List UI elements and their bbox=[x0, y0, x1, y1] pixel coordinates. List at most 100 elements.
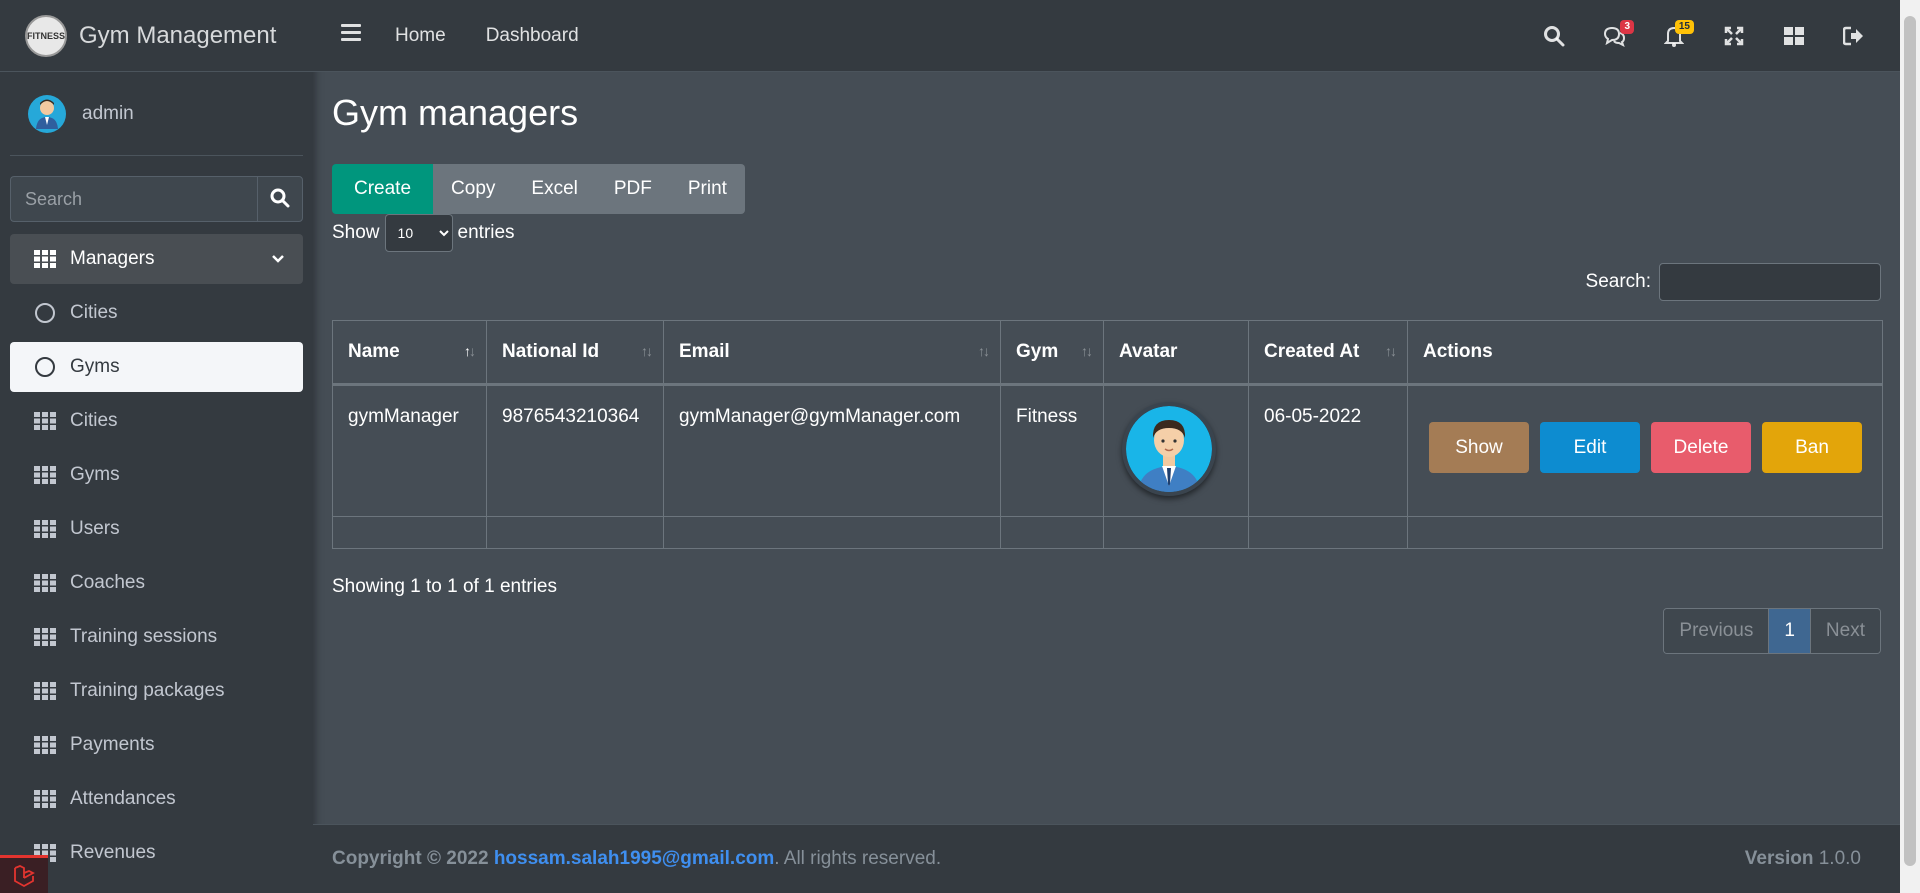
sidebar: FITNESS Gym Management admin Managers Ci… bbox=[0, 0, 313, 893]
logout-icon[interactable] bbox=[1824, 16, 1884, 56]
sidebar-item-label: Cities bbox=[70, 410, 118, 431]
header-label: Gym bbox=[1016, 341, 1059, 362]
entries-select[interactable]: 10 bbox=[384, 214, 453, 252]
previous-button[interactable]: Previous bbox=[1664, 609, 1769, 653]
sidebar-item-label: Cities bbox=[70, 302, 118, 323]
sidebar-item-revenues[interactable]: Revenues bbox=[10, 828, 303, 878]
sidebar-item-cities-sub[interactable]: Cities bbox=[10, 288, 303, 338]
header-label: Created At bbox=[1264, 341, 1360, 362]
column-header-actions: Actions bbox=[1407, 320, 1883, 386]
sidebar-item-gyms[interactable]: Gyms bbox=[10, 450, 303, 500]
sidebar-item-label: Gyms bbox=[70, 464, 120, 485]
sidebar-item-label: Managers bbox=[70, 248, 155, 269]
grid-icon bbox=[34, 626, 56, 648]
sidebar-item-training-packages[interactable]: Training packages bbox=[10, 666, 303, 716]
nav-link-dashboard[interactable]: Dashboard bbox=[486, 25, 579, 47]
table-search-input[interactable] bbox=[1659, 263, 1881, 301]
show-button[interactable]: Show bbox=[1429, 422, 1529, 473]
copy-button[interactable]: Copy bbox=[433, 164, 514, 214]
sidebar-item-label: Revenues bbox=[70, 842, 156, 863]
grid-icon bbox=[34, 788, 56, 810]
sidebar-item-managers[interactable]: Managers bbox=[10, 234, 303, 284]
avatar bbox=[28, 94, 66, 133]
bell-icon[interactable]: 15 bbox=[1644, 16, 1704, 56]
sidebar-item-cities[interactable]: Cities bbox=[10, 396, 303, 446]
grid-icon bbox=[34, 518, 56, 540]
sidebar-search bbox=[10, 176, 303, 222]
search-icon[interactable] bbox=[1524, 16, 1584, 56]
footer: Copyright © 2022 hossam.salah1995@gmail.… bbox=[313, 824, 1900, 893]
scrollbar-thumb[interactable] bbox=[1904, 16, 1916, 866]
ban-button[interactable]: Ban bbox=[1762, 422, 1862, 473]
header-label: Actions bbox=[1423, 341, 1493, 362]
rights-text: . All rights reserved. bbox=[774, 848, 942, 869]
header-label: Email bbox=[679, 341, 730, 362]
brand-title: Gym Management bbox=[79, 21, 277, 49]
sidebar-item-label: Attendances bbox=[70, 788, 176, 809]
chevron-down-icon bbox=[271, 250, 285, 272]
column-header-email[interactable]: Email ↑↓ bbox=[663, 320, 1001, 386]
column-header-created-at[interactable]: Created At ↑↓ bbox=[1248, 320, 1408, 386]
sort-icon: ↑↓ bbox=[1081, 343, 1093, 359]
empty-cell bbox=[332, 516, 487, 549]
column-header-name[interactable]: Name ↑↓ bbox=[332, 320, 487, 386]
column-header-avatar: Avatar bbox=[1103, 320, 1249, 386]
excel-button[interactable]: Excel bbox=[513, 164, 596, 214]
table-footer-row bbox=[332, 516, 1883, 549]
table-buttons: Create Copy Excel PDF Print bbox=[332, 164, 745, 214]
grid-icon bbox=[34, 410, 56, 432]
edit-button[interactable]: Edit bbox=[1540, 422, 1640, 473]
version-label: Version bbox=[1744, 848, 1814, 869]
print-button[interactable]: Print bbox=[669, 164, 745, 214]
pdf-button[interactable]: PDF bbox=[595, 164, 670, 214]
sort-icon: ↑↓ bbox=[978, 343, 990, 359]
comments-icon[interactable]: 3 bbox=[1584, 16, 1644, 56]
brand-logo: FITNESS bbox=[25, 14, 67, 57]
cell-created-at: 06-05-2022 bbox=[1248, 384, 1408, 517]
menu-toggle-icon[interactable] bbox=[341, 24, 365, 47]
control-sidebar-icon[interactable] bbox=[1764, 16, 1824, 56]
empty-cell bbox=[486, 516, 664, 549]
create-button[interactable]: Create bbox=[332, 164, 434, 214]
user-panel[interactable]: admin bbox=[10, 72, 303, 156]
laravel-debugbar-icon[interactable] bbox=[0, 855, 48, 893]
column-header-national-id[interactable]: National Id ↑↓ bbox=[486, 320, 664, 386]
circle-icon bbox=[34, 356, 56, 378]
nav-link-home[interactable]: Home bbox=[395, 25, 446, 47]
empty-cell bbox=[663, 516, 1001, 549]
page-1-button[interactable]: 1 bbox=[1768, 609, 1811, 653]
sidebar-item-label: Gyms bbox=[70, 356, 120, 377]
grid-icon bbox=[34, 464, 56, 486]
sidebar-search-input[interactable] bbox=[10, 176, 257, 222]
user-name[interactable]: admin bbox=[82, 103, 134, 125]
column-header-gym[interactable]: Gym ↑↓ bbox=[1000, 320, 1104, 386]
entries-label: entries bbox=[457, 222, 515, 243]
content-wrapper: Gym managers Create Copy Excel PDF Print… bbox=[313, 72, 1900, 824]
sidebar-item-users[interactable]: Users bbox=[10, 504, 303, 554]
navbar-actions: 3 15 bbox=[1524, 0, 1884, 72]
cell-avatar bbox=[1103, 384, 1249, 517]
sidebar-item-payments[interactable]: Payments bbox=[10, 720, 303, 770]
top-navbar: Home Dashboard 3 15 bbox=[313, 0, 1900, 72]
grid-icon bbox=[34, 248, 56, 270]
footer-email-link[interactable]: hossam.salah1995@gmail.com bbox=[494, 848, 774, 870]
sidebar-item-attendances[interactable]: Attendances bbox=[10, 774, 303, 824]
sidebar-item-gyms-sub[interactable]: Gyms bbox=[10, 342, 303, 392]
grid-icon bbox=[34, 572, 56, 594]
cell-national-id: 9876543210364 bbox=[486, 384, 664, 517]
sidebar-item-training-sessions[interactable]: Training sessions bbox=[10, 612, 303, 662]
search-icon bbox=[270, 188, 290, 211]
fullscreen-icon[interactable] bbox=[1704, 16, 1764, 56]
sidebar-search-button[interactable] bbox=[257, 176, 303, 222]
table-header-row: Name ↑↓ National Id ↑↓ Email ↑↓ Gym ↑↓ Avata… bbox=[332, 320, 1883, 386]
delete-button[interactable]: Delete bbox=[1651, 422, 1751, 473]
brand-link[interactable]: FITNESS Gym Management bbox=[0, 0, 313, 72]
avatar bbox=[1122, 402, 1216, 496]
page-scrollbar[interactable] bbox=[1900, 0, 1920, 893]
sidebar-item-label: Training packages bbox=[70, 680, 225, 701]
next-button[interactable]: Next bbox=[1810, 609, 1880, 653]
header-label: Name bbox=[348, 341, 400, 362]
empty-cell bbox=[1248, 516, 1408, 549]
sort-icon: ↑↓ bbox=[1385, 343, 1397, 359]
sidebar-item-coaches[interactable]: Coaches bbox=[10, 558, 303, 608]
